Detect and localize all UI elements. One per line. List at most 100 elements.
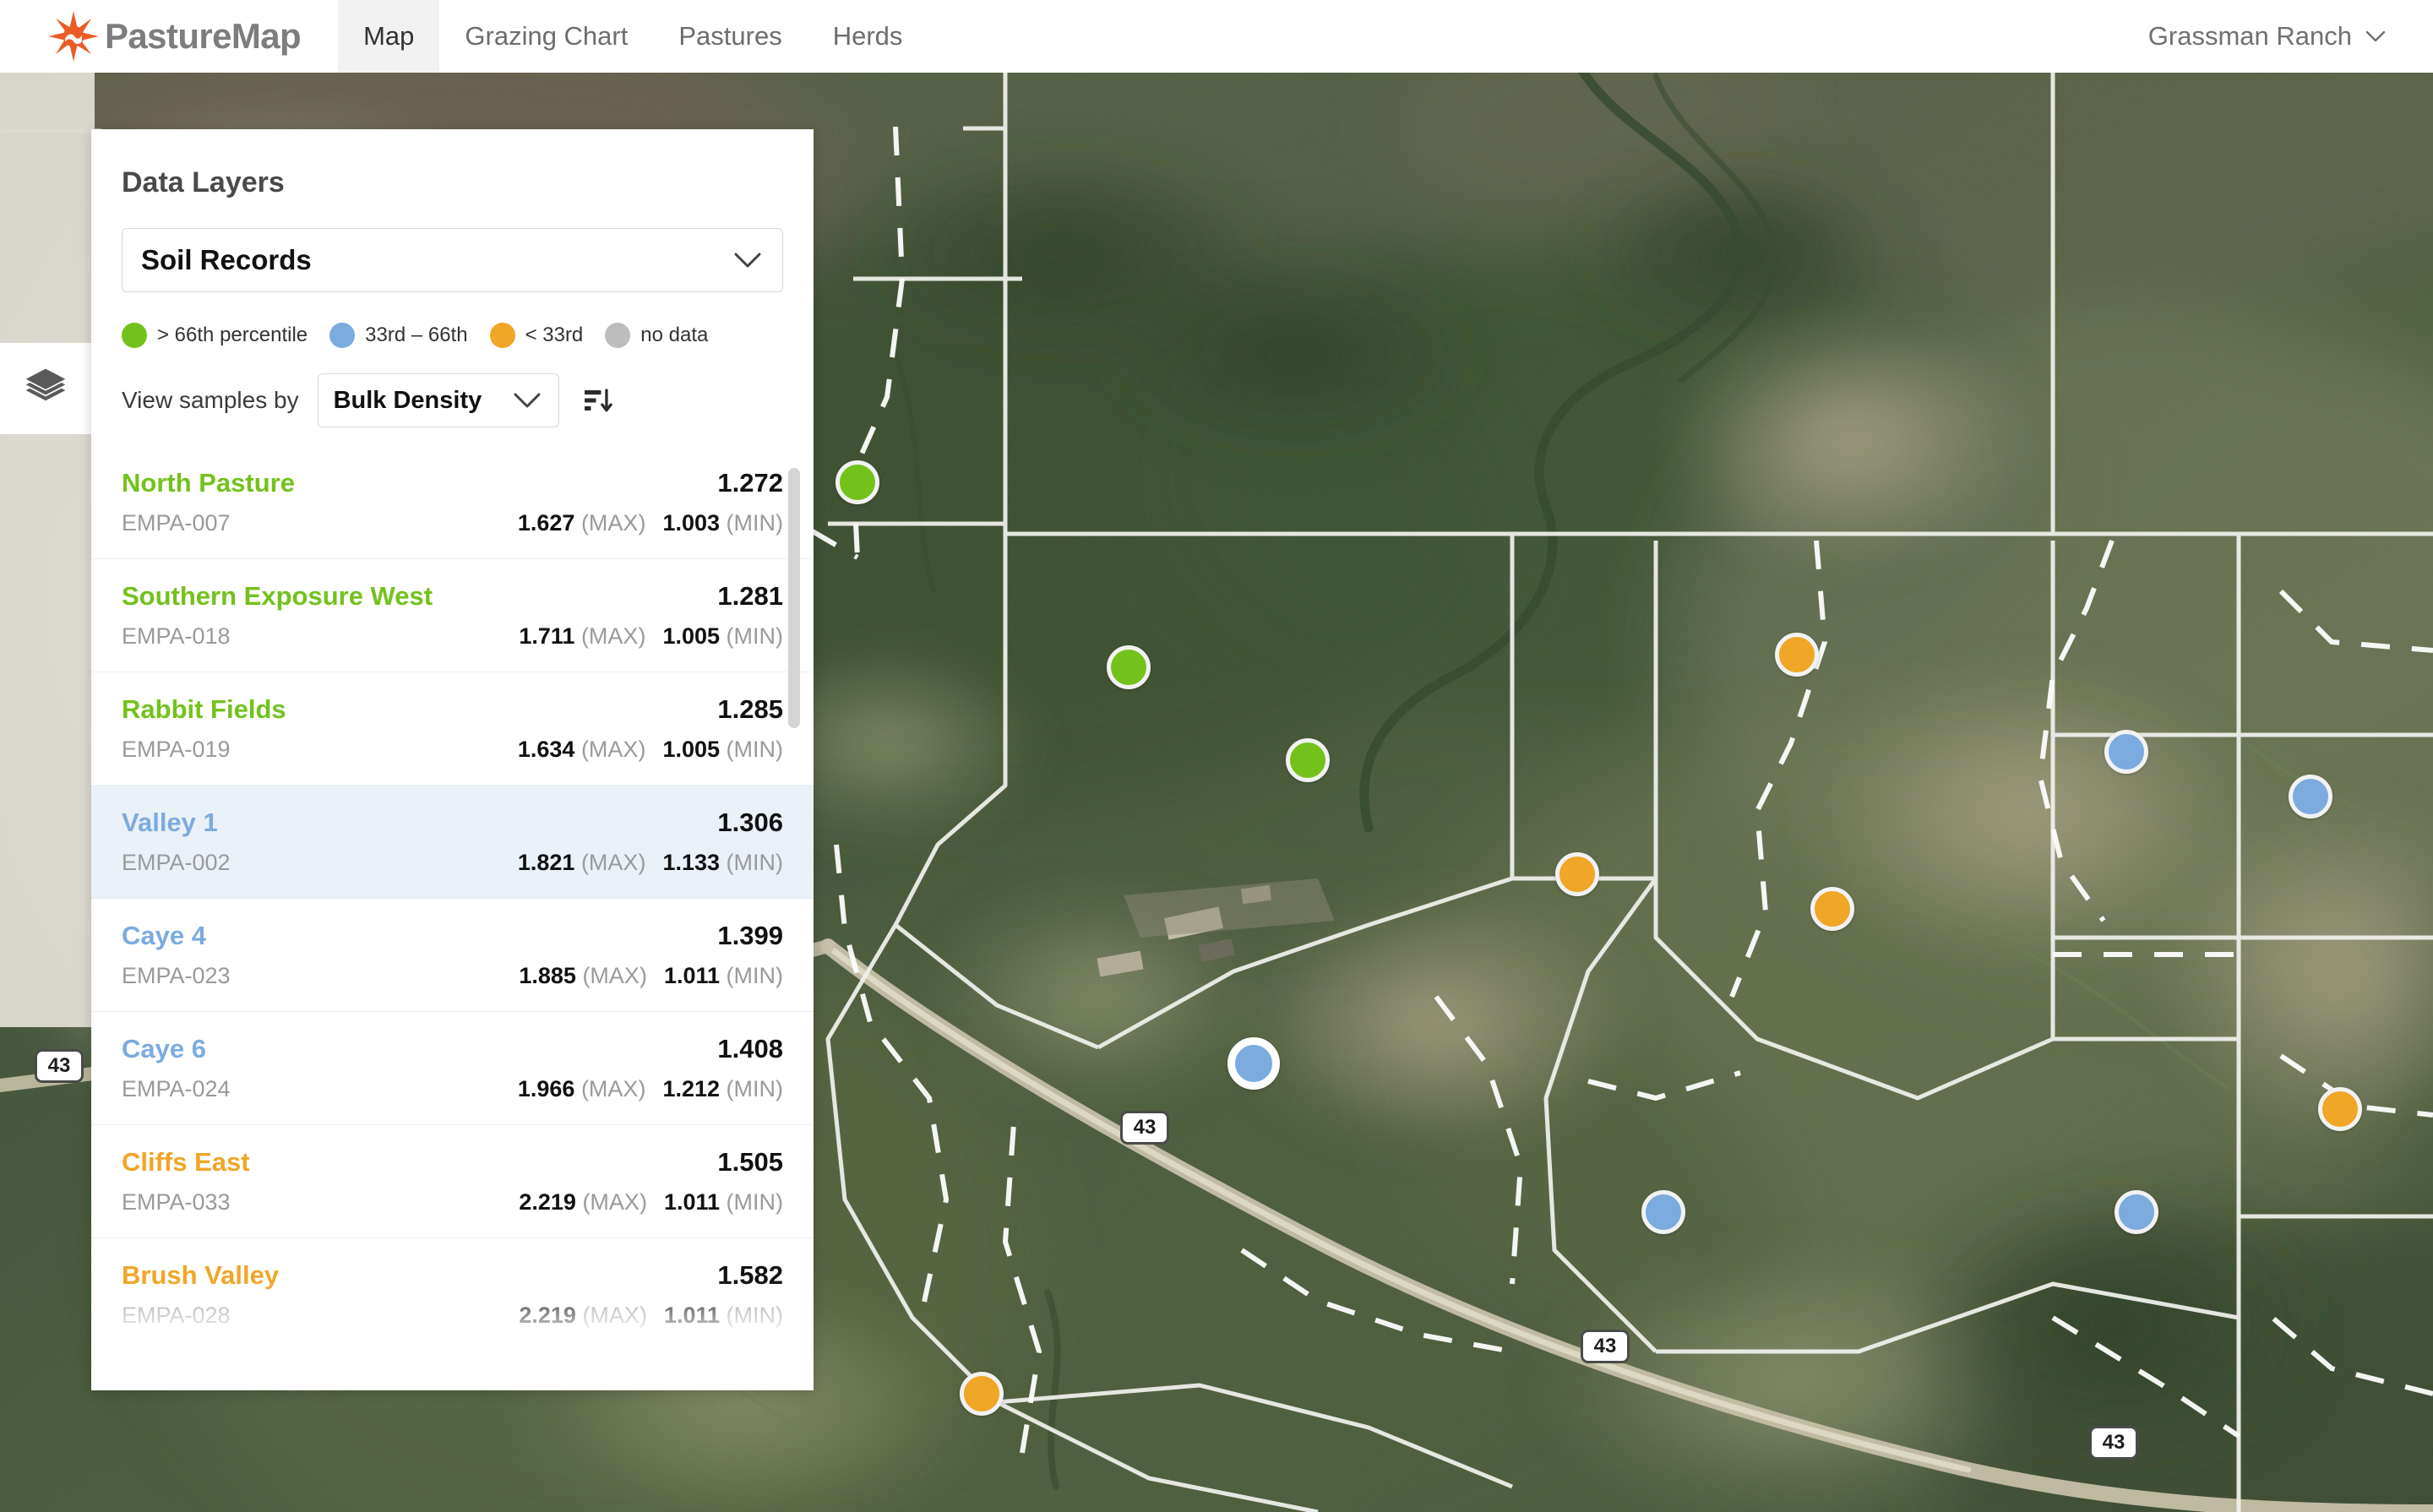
sample-id: EMPA-019: [122, 737, 231, 762]
sample-max: 1.711 (MAX): [519, 623, 646, 649]
view-samples-by-label: View samples by: [122, 387, 299, 413]
sample-value: 1.408: [717, 1034, 783, 1063]
map-marker[interactable]: [1107, 645, 1151, 689]
sample-value: 1.505: [717, 1147, 783, 1177]
legend-dot-orange: [489, 323, 515, 348]
percentile-legend: > 66th percentile 33rd – 66th < 33rd no …: [122, 323, 814, 348]
sample-pasture-name: Cliffs East: [122, 1147, 250, 1177]
sort-descending-icon: [584, 389, 612, 412]
sample-min: 1.005 (MIN): [662, 737, 783, 762]
panel-title: Data Layers: [122, 166, 285, 199]
sample-list[interactable]: North Pasture 1.272 EMPA-007 1.627 (MAX) 1.0…: [91, 446, 814, 1390]
sample-list-scrollbar[interactable]: [788, 453, 800, 1390]
ranch-name: Grassman Ranch: [2147, 21, 2352, 51]
sample-max: 1.634 (MAX): [517, 737, 646, 762]
top-navigation-bar: PastureMap Map Grazing Chart Pastures He…: [0, 0, 2433, 73]
map-marker[interactable]: [2104, 730, 2148, 774]
layer-type-value: Soil Records: [141, 244, 312, 275]
layers-stack-icon: [25, 368, 66, 401]
sample-id: EMPA-002: [122, 850, 231, 875]
legend-item-nodata: no data: [605, 323, 708, 348]
sample-row[interactable]: Caye 4 1.399 EMPA-023 1.885 (MAX) 1.011 (MIN…: [91, 899, 814, 1012]
sample-min: 1.133 (MIN): [662, 850, 783, 875]
sample-row[interactable]: Southern Exposure West 1.281 EMPA-018 1.711…: [91, 559, 814, 672]
sample-value: 1.281: [717, 581, 783, 611]
legend-label-mid: 33rd – 66th: [365, 324, 468, 346]
sample-row[interactable]: North Pasture 1.272 EMPA-007 1.627 (MAX) 1.0…: [91, 446, 814, 559]
sample-id: EMPA-023: [122, 963, 231, 988]
sample-pasture-name: Valley 1: [122, 808, 218, 837]
tab-herds[interactable]: Herds: [808, 0, 928, 73]
sample-value: 1.285: [717, 694, 783, 724]
sample-value: 1.272: [717, 468, 783, 498]
sample-min: 1.003 (MIN): [662, 510, 783, 536]
sample-row[interactable]: Caye 6 1.408 EMPA-024 1.966 (MAX) 1.212 (MIN…: [91, 1012, 814, 1125]
legend-label-high: > 66th percentile: [157, 324, 308, 346]
route-shield: 43: [1581, 1330, 1630, 1363]
chevron-down-icon: [514, 393, 541, 408]
legend-dot-green: [122, 323, 147, 348]
sample-pasture-name: North Pasture: [122, 468, 295, 498]
map-marker[interactable]: [2115, 1190, 2158, 1234]
brand-name: PastureMap: [105, 16, 302, 56]
sample-max: 2.219 (MAX): [519, 1303, 647, 1328]
nav-tabs: Map Grazing Chart Pastures Herds: [338, 0, 928, 73]
map-marker[interactable]: [835, 460, 879, 504]
map-marker[interactable]: [1810, 887, 1854, 931]
sample-max: 1.885 (MAX): [519, 963, 647, 988]
route-shield: 43: [2089, 1426, 2138, 1460]
legend-dot-blue: [329, 323, 356, 348]
chevron-down-icon: [734, 253, 761, 268]
tab-grazing-chart[interactable]: Grazing Chart: [439, 0, 653, 73]
sample-min: 1.011 (MIN): [663, 1189, 783, 1215]
sample-id: EMPA-033: [122, 1189, 231, 1215]
map-marker[interactable]: [1286, 738, 1330, 782]
legend-label-low: < 33rd: [525, 324, 584, 346]
map-marker-selected[interactable]: [1227, 1037, 1280, 1090]
sample-value: 1.306: [717, 808, 783, 837]
sun-compass-logo-icon: [48, 11, 99, 62]
view-samples-by-row: View samples by Bulk Density: [122, 373, 814, 427]
legend-item-low: < 33rd: [489, 323, 584, 348]
chevron-down-icon: [2365, 30, 2386, 42]
data-layers-panel: Data Layers Soil Records > 66th percenti…: [91, 129, 814, 1390]
metric-select[interactable]: Bulk Density: [317, 373, 559, 427]
map-layers-toggle-button[interactable]: [0, 343, 91, 434]
brand[interactable]: PastureMap: [47, 10, 302, 63]
map-marker[interactable]: [1775, 633, 1819, 677]
map-marker[interactable]: [1641, 1190, 1685, 1234]
legend-label-nodata: no data: [640, 324, 709, 346]
route-shield: 43: [1120, 1111, 1169, 1145]
map-marker[interactable]: [960, 1372, 1004, 1416]
sample-row[interactable]: Rabbit Fields 1.285 EMPA-019 1.634 (MAX) 1.0…: [91, 672, 814, 786]
sample-min: 1.011 (MIN): [663, 963, 783, 988]
legend-item-mid: 33rd – 66th: [329, 323, 468, 348]
legend-dot-grey: [605, 323, 631, 348]
sort-button[interactable]: [578, 381, 617, 420]
sample-min: 1.005 (MIN): [662, 623, 783, 649]
sample-max: 2.219 (MAX): [519, 1189, 647, 1215]
map-marker[interactable]: [1555, 852, 1599, 896]
sample-row[interactable]: Brush Valley 1.582 EMPA-028 2.219 (MAX) 1.01…: [91, 1238, 814, 1352]
sample-row[interactable]: Cliffs East 1.505 EMPA-033 2.219 (MAX) 1.011…: [91, 1125, 814, 1238]
metric-value: Bulk Density: [333, 386, 482, 414]
tab-pastures[interactable]: Pastures: [653, 0, 807, 73]
sample-row[interactable]: Valley 1 1.306 EMPA-002 1.821 (MAX) 1.133 (M…: [91, 786, 814, 899]
sample-id: EMPA-018: [122, 623, 231, 649]
sample-pasture-name: Brush Valley: [122, 1260, 280, 1290]
sample-min: 1.011 (MIN): [663, 1303, 783, 1328]
sample-max: 1.821 (MAX): [517, 850, 646, 875]
tab-map[interactable]: Map: [338, 0, 440, 73]
route-shield: 43: [35, 1049, 84, 1083]
sample-id: EMPA-024: [122, 1076, 231, 1101]
sample-list-container: North Pasture 1.272 EMPA-007 1.627 (MAX) 1.0…: [91, 446, 814, 1390]
sample-pasture-name: Caye 4: [122, 921, 206, 950]
map-marker[interactable]: [2289, 775, 2332, 819]
sample-pasture-name: Southern Exposure West: [122, 581, 433, 611]
sample-id: EMPA-028: [122, 1303, 231, 1328]
sample-pasture-name: Rabbit Fields: [122, 694, 286, 724]
ranch-selector[interactable]: Grassman Ranch: [2148, 21, 2386, 52]
layer-type-select[interactable]: Soil Records: [122, 228, 783, 292]
map-marker[interactable]: [2318, 1087, 2362, 1131]
scrollbar-thumb[interactable]: [788, 468, 800, 728]
